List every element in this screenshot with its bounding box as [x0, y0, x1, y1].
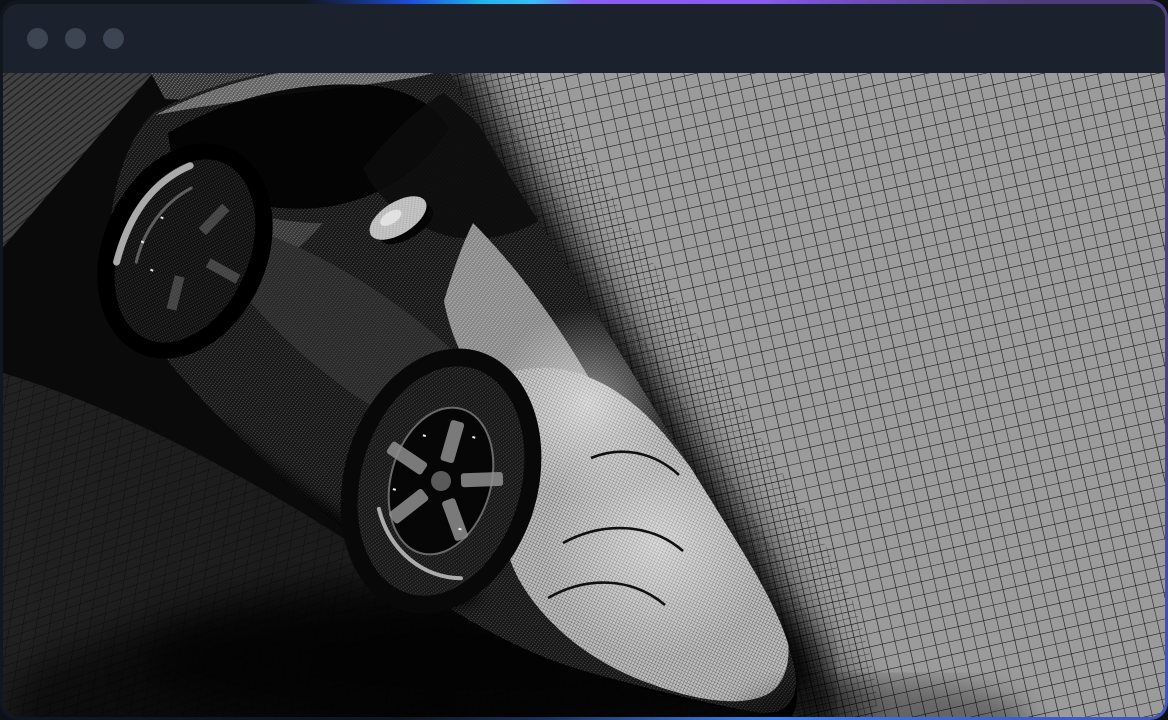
mesh-scene [3, 73, 1165, 717]
window-control-dot[interactable] [27, 28, 48, 49]
window-control-dot[interactable] [65, 28, 86, 49]
viewport-3d[interactable] [3, 73, 1165, 717]
window-titlebar[interactable] [3, 4, 1165, 73]
app-window [3, 4, 1165, 717]
window-control-dot[interactable] [103, 28, 124, 49]
window-frame-gradient-border [0, 0, 1168, 720]
